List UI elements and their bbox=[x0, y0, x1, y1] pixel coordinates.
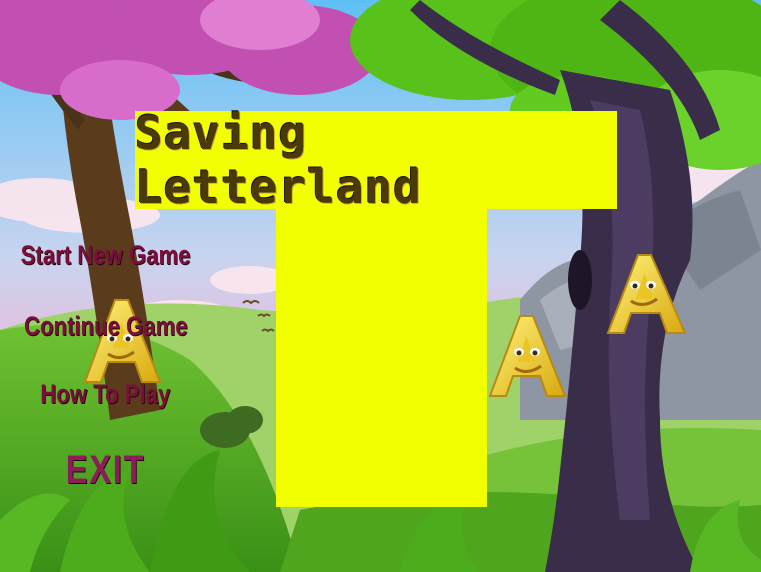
main-menu-panel bbox=[276, 207, 487, 507]
menu-item-label: How To Play bbox=[40, 379, 171, 409]
menu-item-label: EXIT bbox=[65, 448, 146, 492]
menu-item-label: Continue Game bbox=[23, 311, 188, 341]
continue-game-button[interactable]: Continue Game bbox=[0, 311, 211, 342]
exit-button[interactable]: EXIT bbox=[0, 448, 211, 493]
title-panel: Saving Letterland bbox=[135, 106, 617, 214]
how-to-play-button[interactable]: How To Play bbox=[0, 379, 211, 410]
game-title: Saving Letterland bbox=[135, 106, 422, 214]
menu-item-label: Start New Game bbox=[20, 240, 191, 270]
start-new-game-button[interactable]: Start New Game bbox=[0, 240, 211, 271]
